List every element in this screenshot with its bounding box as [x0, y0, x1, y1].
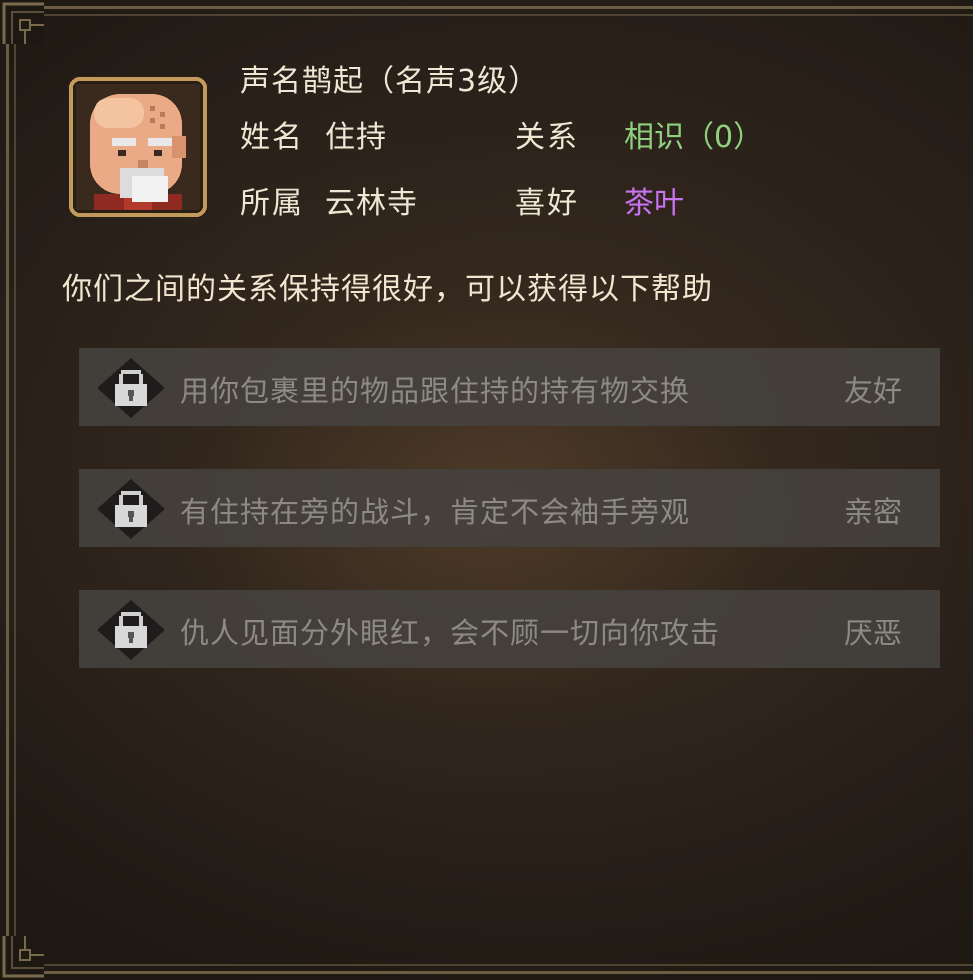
npc-relationship-panel: 声名鹊起（名声3级） 姓名 住持 关系 相识（0） 所属 云林寺 喜好 茶叶 你… — [0, 0, 973, 980]
lock-icon — [97, 479, 165, 539]
help-item-text: 有住持在旁的战斗，肯定不会袖手旁观 — [180, 495, 691, 529]
name-label: 姓名 — [240, 120, 304, 155]
relation-value: 相识（0） — [624, 120, 764, 155]
lock-icon — [97, 600, 165, 660]
help-item-text: 仇人见面分外眼红，会不顾一切向你攻击 — [180, 616, 721, 650]
help-item-requirement: 友好 — [843, 374, 902, 408]
help-item-hostile-attack[interactable]: 仇人见面分外眼红，会不顾一切向你攻击 厌恶 — [79, 590, 940, 668]
help-item-trade[interactable]: 用你包裹里的物品跟住持的持有物交换 友好 — [79, 348, 940, 426]
help-item-requirement: 亲密 — [843, 495, 902, 529]
frame-corner-ornament — [0, 936, 44, 980]
lock-icon — [97, 358, 165, 418]
relation-label: 关系 — [515, 120, 579, 155]
help-item-text: 用你包裹里的物品跟住持的持有物交换 — [180, 374, 691, 408]
hobby-label: 喜好 — [515, 186, 579, 221]
hobby-value: 茶叶 — [624, 186, 684, 221]
help-item-requirement: 厌恶 — [843, 616, 902, 650]
name-value: 住持 — [325, 120, 387, 155]
reputation-title: 声名鹊起（名声3级） — [240, 64, 540, 99]
frame-corner-ornament — [0, 0, 44, 44]
faction-label: 所属 — [240, 186, 304, 221]
help-item-assist-battle[interactable]: 有住持在旁的战斗，肯定不会袖手旁观 亲密 — [79, 469, 940, 547]
npc-portrait — [68, 76, 208, 218]
faction-value: 云林寺 — [325, 186, 418, 221]
relationship-description: 你们之间的关系保持得很好，可以获得以下帮助 — [62, 272, 713, 307]
